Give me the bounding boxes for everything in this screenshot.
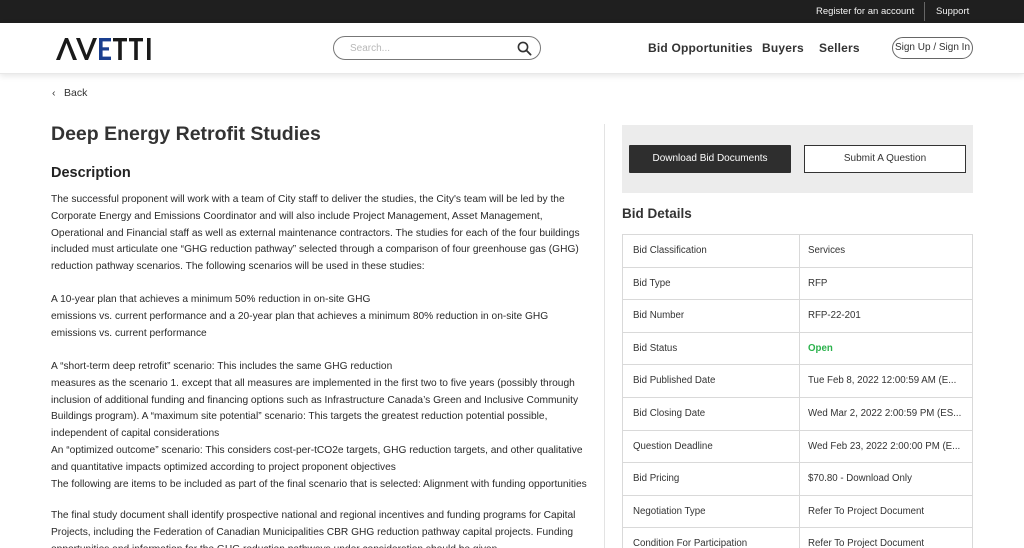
- detail-value: Tue Feb 8, 2022 12:00:59 AM (E...: [799, 365, 973, 397]
- back-link[interactable]: ‹ Back: [52, 87, 87, 99]
- detail-value: Refer To Project Document: [799, 528, 973, 548]
- bid-details-table: Bid Classification Services Bid Type RFP…: [622, 234, 973, 548]
- detail-key: Bid Number: [633, 310, 685, 322]
- back-label: Back: [64, 87, 88, 99]
- top-utility-bar: Register for an account Support: [0, 0, 1024, 23]
- submit-question-button[interactable]: Submit A Question: [804, 145, 966, 173]
- detail-value: Wed Feb 23, 2022 2:00:00 PM (E...: [799, 430, 973, 463]
- detail-value: Services: [799, 235, 973, 267]
- detail-row-pricing: Bid Pricing $70.80 - Download Only: [623, 463, 973, 496]
- detail-row-classification: Bid Classification Services: [623, 235, 973, 268]
- detail-key: Bid Closing Date: [633, 407, 706, 419]
- detail-key: Question Deadline: [633, 440, 713, 452]
- detail-row-negotiation-type: Negotiation Type Refer To Project Docume…: [623, 495, 973, 529]
- detail-key: Bid Type: [633, 277, 671, 289]
- status-badge: Open: [799, 332, 973, 365]
- detail-key: Bid Classification: [633, 245, 707, 256]
- nav-bid-opportunities[interactable]: Bid Opportunities: [648, 41, 753, 55]
- download-bid-documents-button[interactable]: Download Bid Documents: [629, 145, 791, 173]
- detail-key: Bid Published Date: [633, 375, 716, 387]
- description-line: A 10-year plan that achieves a minimum 5…: [51, 294, 371, 305]
- detail-row-status: Bid Status Open: [623, 332, 973, 366]
- detail-value: Wed Mar 2, 2022 2:00:59 PM (ES...: [799, 397, 973, 430]
- detail-key: Bid Status: [633, 342, 678, 354]
- description-paragraph-3: A “short-term deep retrofit” scenario: T…: [51, 359, 591, 493]
- nav-sellers[interactable]: Sellers: [819, 41, 860, 55]
- nav-buyers[interactable]: Buyers: [762, 41, 804, 55]
- description-line: The following are items to be included a…: [51, 478, 587, 490]
- sign-in-button[interactable]: Sign Up / Sign In: [892, 37, 973, 59]
- support-link[interactable]: Support: [936, 0, 969, 23]
- page-title: Deep Energy Retrofit Studies: [51, 123, 321, 145]
- detail-row-closing-date: Bid Closing Date Wed Mar 2, 2022 2:00:59…: [623, 397, 973, 431]
- chevron-left-icon: ‹: [52, 87, 56, 99]
- description-line: emissions vs. current performance and a …: [51, 310, 549, 339]
- site-header: Bid Opportunities Buyers Sellers Sign Up…: [0, 23, 1024, 74]
- description-paragraph-2: A 10-year plan that achieves a minimum 5…: [51, 292, 591, 342]
- avetti-logo-mark: [56, 38, 151, 60]
- description-line: An “optimized outcome” scenario: This co…: [51, 444, 583, 473]
- detail-value: Refer To Project Document: [799, 495, 973, 528]
- bid-details-heading: Bid Details: [622, 206, 692, 221]
- detail-key: Condition For Participation: [633, 538, 748, 548]
- column-divider: [604, 124, 605, 548]
- description-paragraph-1: The successful proponent will work with …: [51, 194, 580, 273]
- description-line: measures as the scenario 1. except that …: [51, 377, 579, 440]
- topbar-divider: [924, 2, 925, 21]
- search-input[interactable]: [350, 40, 500, 56]
- description-paragraph-4: The final study document shall identify …: [51, 510, 576, 548]
- detail-row-type: Bid Type RFP: [623, 267, 973, 301]
- detail-row-question-deadline: Question Deadline Wed Feb 23, 2022 2:00:…: [623, 430, 973, 464]
- description-line: A “short-term deep retrofit” scenario: T…: [51, 361, 393, 372]
- avetti-logo[interactable]: [55, 37, 155, 61]
- detail-key: Negotiation Type: [633, 505, 706, 517]
- detail-row-condition: Condition For Participation Refer To Pro…: [623, 528, 973, 548]
- detail-value: $70.80 - Download Only: [799, 463, 973, 495]
- detail-row-published-date: Bid Published Date Tue Feb 8, 2022 12:00…: [623, 365, 973, 398]
- detail-value: RFP: [799, 267, 973, 300]
- register-link[interactable]: Register for an account: [816, 0, 914, 23]
- detail-key: Bid Pricing: [633, 473, 680, 485]
- detail-value: RFP-22-201: [799, 300, 973, 332]
- search-box[interactable]: [333, 36, 541, 60]
- detail-row-number: Bid Number RFP-22-201: [623, 300, 973, 333]
- search-icon[interactable]: [517, 41, 532, 56]
- bid-actions-panel: Download Bid Documents Submit A Question: [622, 125, 973, 193]
- description-heading: Description: [51, 165, 131, 181]
